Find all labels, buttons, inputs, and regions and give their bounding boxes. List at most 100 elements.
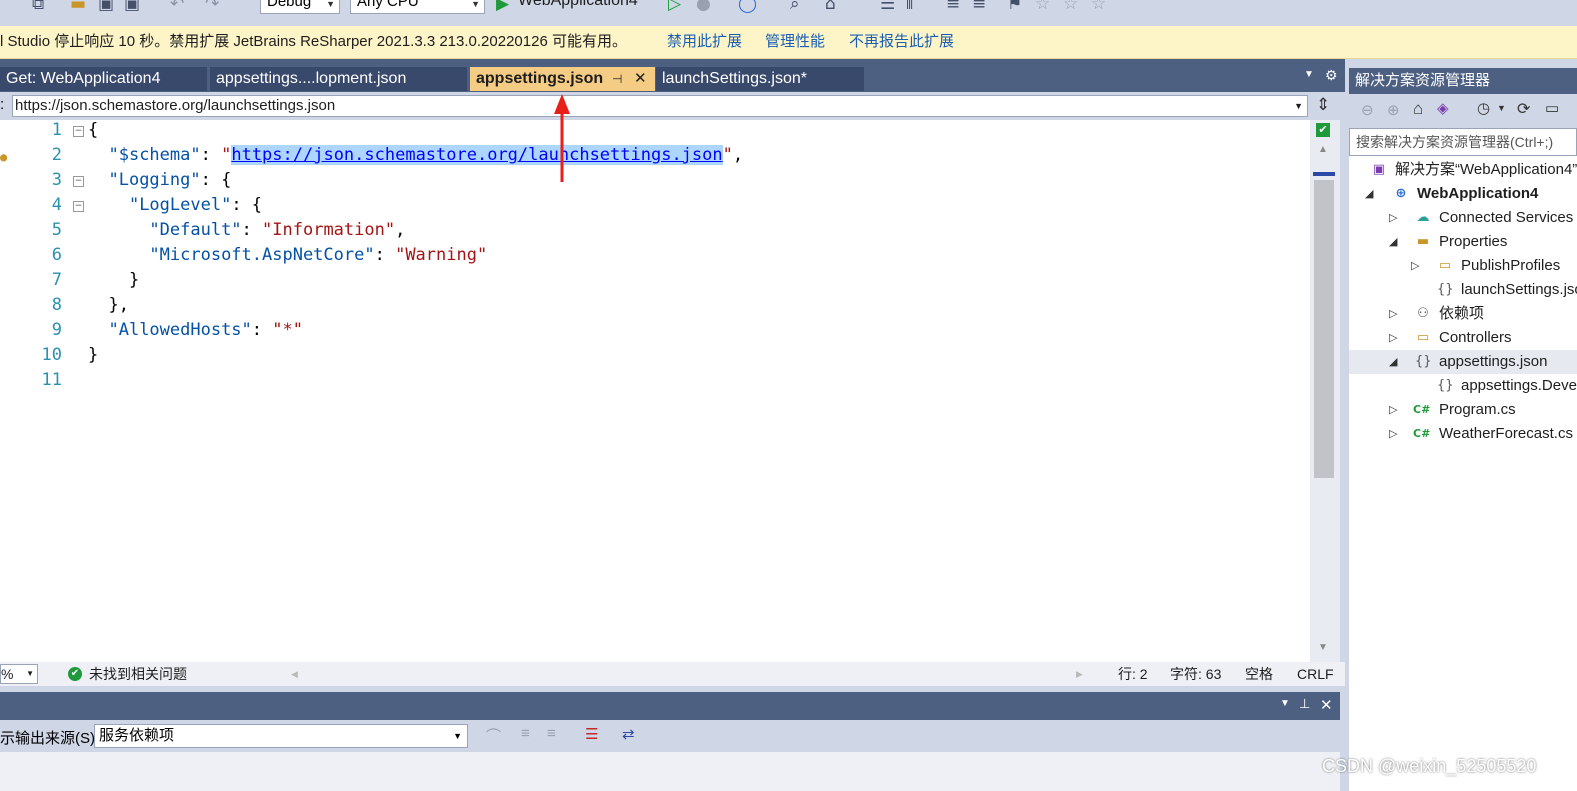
bookmark-prev-icon[interactable]: ☆ <box>1035 0 1050 14</box>
tree-item-publishprofiles[interactable]: ▷ ▭ PublishProfiles <box>1349 254 1577 278</box>
collapsed-icon[interactable]: ▷ <box>1389 422 1397 446</box>
lightbulb-icon[interactable]: ● <box>0 150 7 164</box>
line-indicator[interactable]: 行: 2 <box>1118 662 1148 686</box>
scroll-thumb[interactable] <box>1314 180 1334 478</box>
tab-appsettings-development[interactable]: appsettings....lopment.json <box>210 67 467 91</box>
scroll-up-icon[interactable]: ▲ <box>1318 144 1328 155</box>
forward-icon[interactable]: ⊕ <box>1387 101 1400 119</box>
fold-toggle-icon[interactable]: − <box>73 176 84 187</box>
dropdown-icon[interactable]: ▼ <box>1280 698 1290 709</box>
tree-item-properties[interactable]: ◢ ▬ Properties <box>1349 230 1577 254</box>
new-project-icon[interactable]: ⧉ <box>32 0 44 14</box>
check-icon: ✔ <box>1316 123 1330 137</box>
manage-performance-link[interactable]: 管理性能 <box>765 26 825 58</box>
tab-launchsettings-json[interactable]: launchSettings.json* <box>656 67 864 91</box>
web-project-icon: ⊕ <box>1395 186 1407 201</box>
bookmark-icon[interactable]: ⚑ <box>1007 0 1022 14</box>
solution-search-input[interactable]: 搜索解决方案资源管理器(Ctrl+;) <box>1349 128 1577 156</box>
indent-indicator[interactable]: 空格 <box>1245 662 1273 686</box>
redo-icon[interactable]: ↷ <box>205 0 219 14</box>
close-icon[interactable]: ✕ <box>634 67 647 91</box>
pending-changes-icon[interactable]: ◷ <box>1477 99 1490 117</box>
hscroll-left-icon[interactable]: ◀ <box>291 662 298 686</box>
close-icon[interactable]: ✕ <box>1320 696 1333 714</box>
platform-select[interactable]: Any CPU ▼ <box>350 0 485 14</box>
columns-icon[interactable]: ⫴ <box>906 0 913 14</box>
line-number: 8 <box>51 295 62 315</box>
pin-icon[interactable]: ⊣ <box>612 67 622 91</box>
disable-extension-link[interactable]: 禁用此扩展 <box>667 26 742 58</box>
scroll-down-icon[interactable]: ▼ <box>1318 642 1328 653</box>
tree-item-launchsettings[interactable]: {} launchSettings.json <box>1349 278 1577 302</box>
record-icon[interactable]: ● <box>696 0 711 14</box>
configuration-select[interactable]: Debug ▼ <box>260 0 340 14</box>
collapse-all-icon[interactable]: ▭ <box>1545 99 1559 117</box>
uncomment-icon[interactable]: ≡ <box>972 0 986 14</box>
tree-item-label: PublishProfiles <box>1461 257 1561 274</box>
tree-item-weatherforecast[interactable]: ▷ C# WeatherForecast.cs <box>1349 422 1577 446</box>
eol-indicator[interactable]: CRLF <box>1297 662 1334 686</box>
no-report-link[interactable]: 不再报告此扩展 <box>849 26 954 58</box>
expanded-icon[interactable]: ◢ <box>1389 230 1397 254</box>
save-icon[interactable]: ▣ <box>98 0 114 14</box>
prev-message-icon[interactable]: ≡ <box>521 725 530 742</box>
find-icon[interactable]: ⌕ <box>790 0 800 14</box>
schema-select[interactable]: https://json.schemastore.org/launchsetti… <box>12 95 1308 117</box>
tree-item-project[interactable]: ◢ ⊕ WebApplication4 <box>1349 182 1577 206</box>
bookmark-next-icon[interactable]: ☆ <box>1063 0 1078 14</box>
sync-icon[interactable]: ⟳ <box>1517 99 1530 119</box>
bookmark-clear-icon[interactable]: ☆ <box>1091 0 1106 14</box>
fold-toggle-icon[interactable]: − <box>73 201 84 212</box>
tab-overflow-icon[interactable]: ▼ <box>1304 69 1314 80</box>
expanded-icon[interactable]: ◢ <box>1365 182 1373 206</box>
collapsed-icon[interactable]: ▷ <box>1389 302 1397 326</box>
open-folder-icon[interactable]: ▬ <box>70 0 86 14</box>
editor-scrollbar[interactable]: ✔ ▲ ▼ <box>1310 120 1340 662</box>
home-icon[interactable]: ⌂ <box>1413 99 1423 119</box>
tree-item-connected-services[interactable]: ▷ ☁ Connected Services <box>1349 206 1577 230</box>
fold-toggle-icon[interactable]: − <box>73 126 84 137</box>
run-target-label[interactable]: WebApplication4 <box>518 0 638 10</box>
split-icon[interactable]: ⇕ <box>1316 95 1330 115</box>
tree-item-solution[interactable]: ▣ 解决方案“WebApplication4” <box>1349 158 1577 182</box>
tab-appsettings-json[interactable]: appsettings.json ⊣ ✕ <box>470 67 655 91</box>
undo-icon[interactable]: ↶ <box>170 0 184 14</box>
gear-icon[interactable]: ⚙ <box>1325 67 1338 84</box>
word-wrap-icon[interactable]: ⇄ <box>622 725 635 743</box>
code-editor[interactable]: ● 1 2 3 4 5 6 7 8 9 10 11 − − − { "$sche… <box>0 120 1310 662</box>
format-icon[interactable]: ☰ <box>880 0 895 14</box>
run-without-debug-icon[interactable]: ▷ <box>668 0 681 14</box>
tree-item-appsettings-development[interactable]: {} appsettings.Development.json <box>1349 374 1577 398</box>
tree-item-controllers[interactable]: ▷ ▭ Controllers <box>1349 326 1577 350</box>
tree-item-label: WeatherForecast.cs <box>1439 425 1573 442</box>
tree-item-program[interactable]: ▷ C# Program.cs <box>1349 398 1577 422</box>
tab-webapplication4[interactable]: Get: WebApplication4 <box>0 67 207 91</box>
char-indicator[interactable]: 字符: 63 <box>1170 662 1221 686</box>
collapsed-icon[interactable]: ▷ <box>1389 206 1397 230</box>
find-in-output-icon[interactable]: ⌒ <box>486 725 501 746</box>
clear-all-icon[interactable]: ☰ <box>585 725 598 743</box>
collapsed-icon[interactable]: ▷ <box>1389 326 1397 350</box>
tree-item-dependencies[interactable]: ▷ ⚇ 依赖项 <box>1349 302 1577 326</box>
back-icon[interactable]: ⊖ <box>1361 101 1374 119</box>
run-icon[interactable]: ▶ <box>496 0 509 14</box>
schema-url-value: https://json.schemastore.org/launchsetti… <box>15 97 336 114</box>
save-all-icon[interactable]: ▣ <box>124 0 140 14</box>
zoom-select[interactable]: % ▼ <box>0 664 38 684</box>
collapsed-icon[interactable]: ▷ <box>1389 398 1397 422</box>
hscroll-right-icon[interactable]: ▶ <box>1076 662 1083 686</box>
pin-icon[interactable]: ⊥ <box>1299 696 1310 712</box>
tree-item-appsettings[interactable]: ◢ {} appsettings.json <box>1349 350 1577 374</box>
output-toolbar: 示输出来源(S): 服务依赖项 ▼ ⌒ ≡ ≡ ☰ ⇄ <box>0 720 1340 752</box>
refresh-icon[interactable]: ◯ <box>738 0 757 14</box>
expanded-icon[interactable]: ◢ <box>1389 350 1397 374</box>
switch-views-icon[interactable]: ◈ <box>1437 99 1449 117</box>
collapsed-icon[interactable]: ▷ <box>1411 254 1419 278</box>
chevron-down-icon[interactable]: ▼ <box>1497 103 1506 113</box>
comment-icon[interactable]: ≡ <box>946 0 960 14</box>
next-message-icon[interactable]: ≡ <box>547 725 556 742</box>
issues-text[interactable]: 未找到相关问题 <box>89 662 187 686</box>
output-content[interactable] <box>0 752 1340 791</box>
output-source-select[interactable]: 服务依赖项 ▼ <box>94 724 468 748</box>
home-icon[interactable]: ⌂ <box>825 0 836 14</box>
